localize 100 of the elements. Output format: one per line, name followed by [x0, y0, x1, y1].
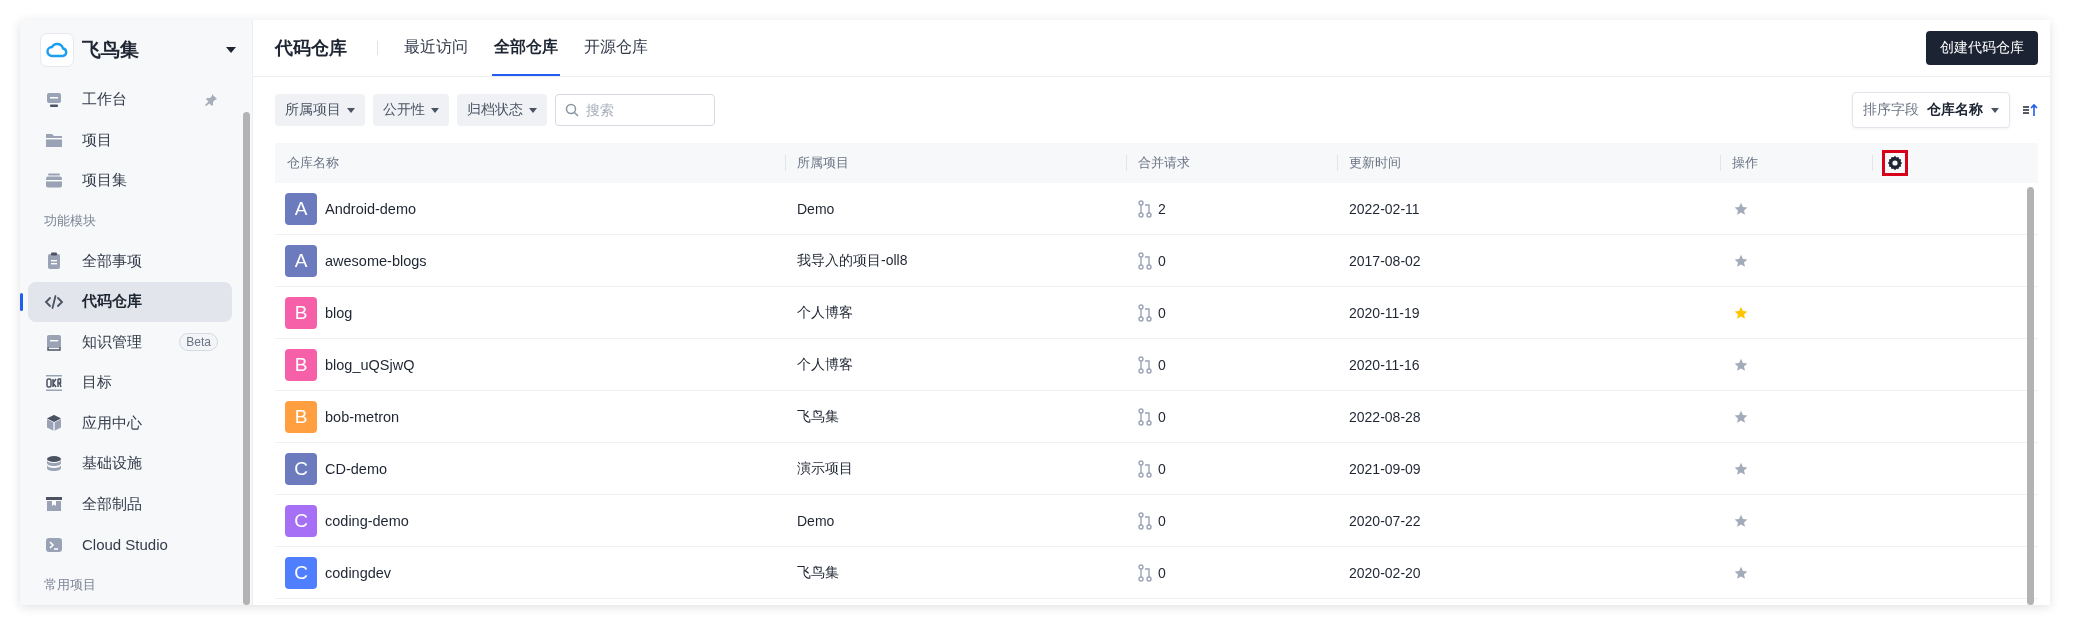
sidebar-item[interactable]: 全部制品	[28, 484, 232, 525]
column-header: 所属项目	[785, 143, 1126, 183]
repository-name[interactable]: coding-demo	[325, 512, 409, 529]
star-icon[interactable]	[1734, 513, 1748, 528]
star-icon[interactable]	[1734, 253, 1748, 268]
nav-icon	[44, 372, 64, 393]
scrollbar[interactable]	[243, 112, 250, 605]
filter-dropdown[interactable]: 归档状态	[457, 94, 547, 126]
merge-request-icon	[1138, 563, 1152, 582]
merge-request-count: 0	[1158, 356, 1166, 373]
repository-name[interactable]: codingdev	[325, 564, 392, 581]
updated-date: 2022-02-11	[1349, 200, 1420, 217]
repository-avatar: B	[285, 400, 317, 433]
sidebar-item[interactable]: Cloud Studio	[28, 524, 232, 565]
settings-icon[interactable]	[1882, 150, 1908, 176]
merge-request-icon	[1138, 407, 1152, 426]
merge-request-count: 2	[1158, 200, 1166, 217]
merge-request-count: 0	[1158, 460, 1166, 477]
repository-name[interactable]: bob-metron	[325, 408, 400, 425]
filter-dropdown[interactable]: 公开性	[373, 94, 449, 126]
nav-icon	[44, 413, 64, 434]
sidebar-section-label: 功能模块	[43, 212, 97, 230]
sort-ascending-icon[interactable]	[2022, 102, 2038, 118]
caret-icon	[347, 107, 355, 113]
search-icon	[565, 103, 579, 117]
sidebar-item[interactable]: 应用中心	[28, 403, 232, 444]
sort-field-dropdown[interactable]: 排序字段 仓库名称	[1852, 92, 2010, 128]
tab[interactable]: 全部仓库	[492, 20, 560, 76]
repository-name[interactable]: blog	[325, 304, 353, 321]
tab[interactable]: 最近访问	[402, 20, 470, 76]
column-header: 更新时间	[1337, 143, 1720, 183]
merge-request-count: 0	[1158, 564, 1166, 581]
merge-request-icon	[1138, 511, 1152, 530]
repository-avatar: A	[285, 192, 317, 225]
nav-icon	[44, 453, 64, 474]
repository-avatar: C	[285, 556, 317, 589]
sidebar-item[interactable]: 项目	[28, 120, 232, 161]
project-name: Demo	[797, 200, 835, 217]
caret-icon	[431, 107, 439, 113]
repository-avatar: C	[285, 504, 317, 537]
updated-date: 2020-07-22	[1349, 512, 1421, 529]
updated-date: 2020-02-20	[1349, 564, 1421, 581]
page-title: 代码仓库	[275, 37, 347, 60]
merge-request-count: 0	[1158, 408, 1166, 425]
repository-name[interactable]: CD-demo	[325, 460, 388, 477]
updated-date: 2017-08-02	[1349, 252, 1421, 269]
search-field[interactable]: 搜索	[555, 94, 715, 126]
caret-icon	[1991, 107, 1999, 113]
beta-badge: Beta	[179, 333, 218, 352]
brand-name: 飞鸟集	[82, 37, 140, 62]
repository-name[interactable]: awesome-blogs	[325, 252, 427, 269]
merge-request-icon	[1138, 459, 1152, 478]
repository-name[interactable]: Android-demo	[325, 200, 417, 217]
filter-dropdown[interactable]: 所属项目	[275, 94, 365, 126]
project-name: 我导入的项目-oll8	[797, 251, 908, 270]
create-repository-button[interactable]: 创建代码仓库	[1926, 31, 2038, 65]
merge-request-icon	[1138, 303, 1152, 322]
merge-request-icon	[1138, 199, 1152, 218]
merge-request-icon	[1138, 251, 1152, 270]
star-icon[interactable]	[1734, 201, 1748, 216]
project-name: Demo	[797, 512, 835, 529]
repository-name[interactable]: blog_uQSjwQ	[325, 356, 415, 373]
nav-icon	[44, 332, 64, 353]
sidebar-item[interactable]: 目标	[28, 362, 232, 403]
updated-date: 2020-11-19	[1349, 304, 1420, 321]
merge-request-icon	[1138, 355, 1152, 374]
star-icon[interactable]	[1734, 565, 1748, 580]
project-name: 飞鸟集	[797, 563, 839, 582]
repository-avatar: A	[285, 244, 317, 277]
column-header: 合并请求	[1126, 143, 1337, 183]
repository-avatar: B	[285, 296, 317, 329]
caret-icon	[529, 107, 537, 113]
sidebar-section-label: 常用项目	[43, 576, 97, 594]
project-name: 飞鸟集	[797, 407, 839, 426]
sidebar-item[interactable]: 项目集	[28, 160, 232, 201]
sidebar-item[interactable]: 工作台	[28, 79, 232, 120]
sidebar-item[interactable]: 基础设施	[28, 443, 232, 484]
star-icon[interactable]	[1734, 461, 1748, 476]
merge-request-count: 0	[1158, 512, 1166, 529]
updated-date: 2021-09-09	[1349, 460, 1421, 477]
sidebar-item[interactable]: 知识管理 Beta	[28, 322, 232, 363]
star-icon[interactable]	[1734, 305, 1748, 320]
cloud-logo-icon	[40, 32, 74, 67]
star-icon[interactable]	[1734, 357, 1748, 372]
updated-date: 2020-11-16	[1349, 356, 1420, 373]
column-header: 仓库名称	[275, 143, 785, 183]
repository-avatar: B	[285, 348, 317, 381]
column-header: 操作	[1720, 143, 1872, 183]
sidebar-item[interactable]: 全部事项	[28, 241, 232, 282]
repository-avatar: C	[285, 452, 317, 485]
updated-date: 2022-08-28	[1349, 408, 1421, 425]
merge-request-count: 0	[1158, 304, 1166, 321]
project-name: 个人博客	[797, 303, 853, 322]
star-icon[interactable]	[1734, 409, 1748, 424]
project-name: 个人博客	[797, 355, 853, 374]
merge-request-count: 0	[1158, 252, 1166, 269]
pin-icon[interactable]	[204, 92, 218, 107]
caret-icon[interactable]	[226, 46, 236, 53]
scrollbar[interactable]	[2027, 187, 2034, 605]
tab[interactable]: 开源仓库	[582, 20, 650, 76]
